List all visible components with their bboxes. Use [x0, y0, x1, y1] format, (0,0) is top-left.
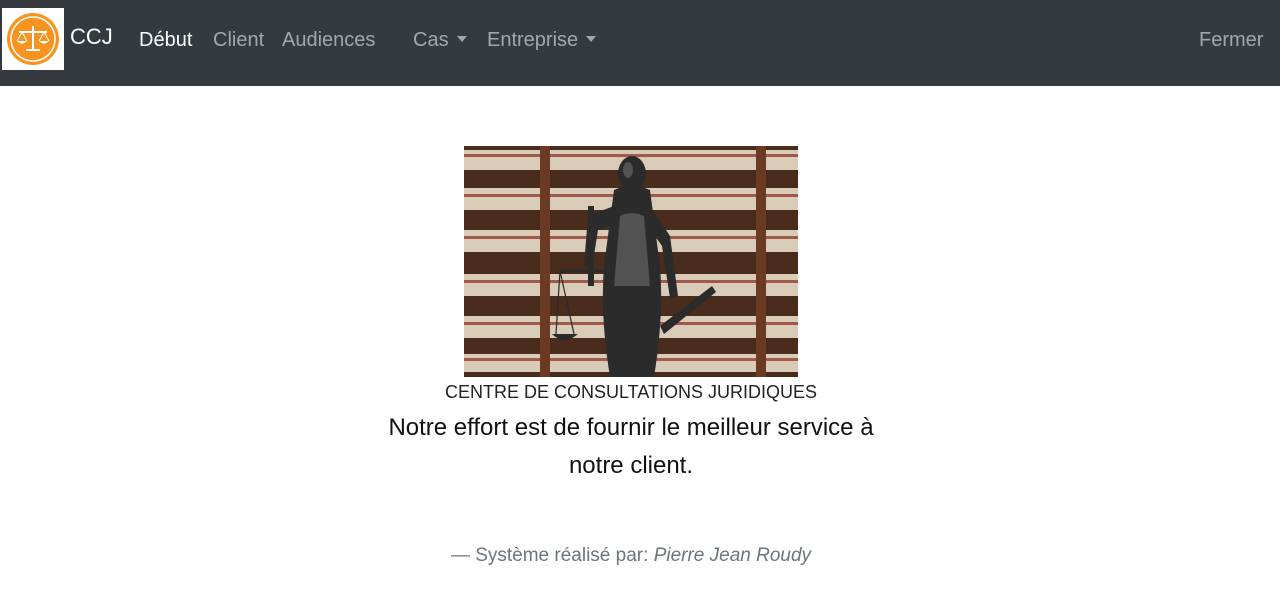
credit-line: — Système réalisé par: Pierre Jean Roudy [0, 545, 1262, 567]
nav-link-debut[interactable]: Début [139, 29, 192, 52]
hero-image [464, 146, 798, 377]
nav-dropdown-cas[interactable]: Cas [413, 29, 467, 52]
tagline: Notre effort est de fournir le meilleur … [388, 414, 874, 479]
scales-of-justice-icon [7, 13, 59, 65]
page-heading: CENTRE DE CONSULTATIONS JURIDIQUES [444, 382, 818, 402]
nav-dropdown-entreprise-label: Entreprise [487, 29, 579, 51]
caret-down-icon [586, 36, 597, 42]
top-navbar: CCJ Début Client Audiences Cas Entrepris… [0, 0, 1280, 86]
credit-prefix: — Système réalisé par: [450, 545, 649, 566]
nav-dropdown-entreprise[interactable]: Entreprise [487, 29, 597, 52]
nav-link-client[interactable]: Client [213, 29, 264, 52]
nav-link-audiences[interactable]: Audiences [282, 29, 375, 52]
caret-down-icon [456, 36, 467, 42]
brand-logo[interactable] [2, 8, 64, 70]
lady-justice-image [464, 146, 798, 377]
logout-link[interactable]: Fermer [1199, 29, 1263, 52]
credit-author: Pierre Jean Roudy [653, 545, 812, 566]
nav-dropdown-cas-label: Cas [413, 29, 449, 51]
brand-name[interactable]: CCJ [70, 24, 113, 50]
